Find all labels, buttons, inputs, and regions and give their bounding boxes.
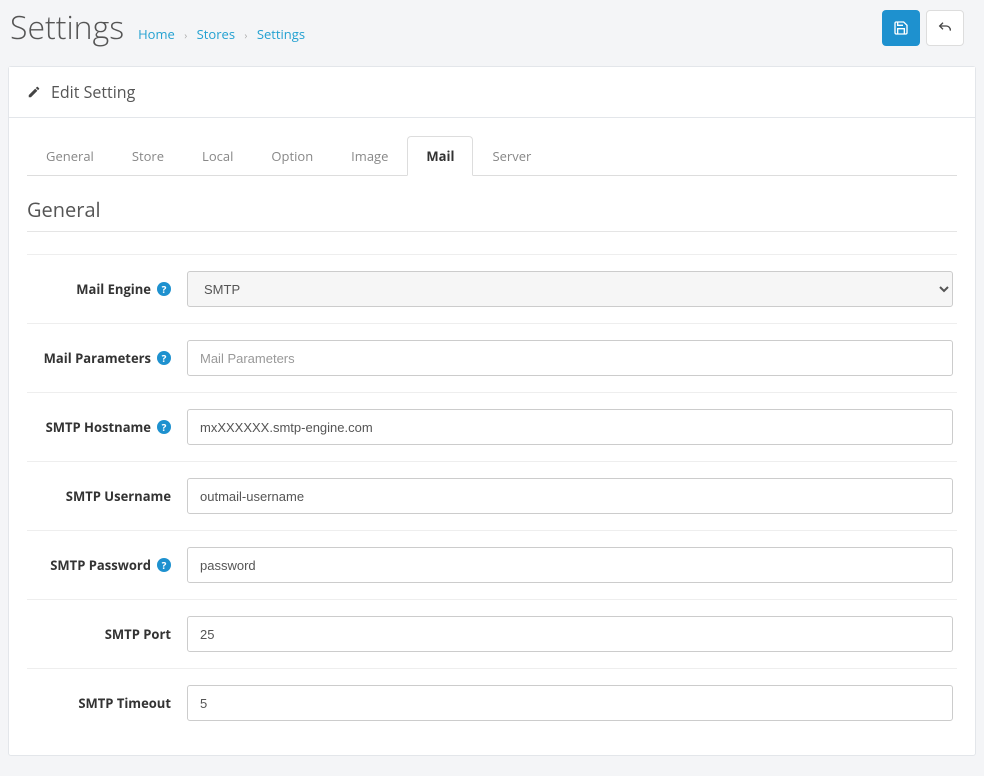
label-smtp-port: SMTP Port bbox=[27, 625, 187, 643]
smtp-hostname-input[interactable] bbox=[187, 409, 953, 445]
help-icon[interactable]: ? bbox=[157, 282, 171, 296]
form-group-mail-engine: Mail Engine ? SMTP bbox=[27, 254, 957, 323]
input-wrap bbox=[187, 409, 957, 445]
smtp-port-input[interactable] bbox=[187, 616, 953, 652]
label-smtp-timeout: SMTP Timeout bbox=[27, 694, 187, 712]
page-header: Settings Home › Stores › Settings bbox=[0, 0, 984, 66]
label-text: SMTP Timeout bbox=[78, 694, 171, 712]
mail-parameters-input[interactable] bbox=[187, 340, 953, 376]
form-group-smtp-username: SMTP Username bbox=[27, 461, 957, 530]
label-mail-engine: Mail Engine ? bbox=[27, 280, 187, 298]
smtp-timeout-input[interactable] bbox=[187, 685, 953, 721]
pencil-icon bbox=[27, 85, 41, 99]
label-text: SMTP Port bbox=[105, 625, 171, 643]
section-legend: General bbox=[27, 196, 957, 232]
breadcrumb-sep: › bbox=[184, 28, 187, 42]
breadcrumb-home[interactable]: Home bbox=[138, 25, 175, 43]
help-icon[interactable]: ? bbox=[157, 420, 171, 434]
header-actions bbox=[882, 10, 964, 46]
label-smtp-hostname: SMTP Hostname ? bbox=[27, 418, 187, 436]
form-group-smtp-hostname: SMTP Hostname ? bbox=[27, 392, 957, 461]
label-smtp-password: SMTP Password ? bbox=[27, 556, 187, 574]
breadcrumb-sep: › bbox=[244, 28, 247, 42]
breadcrumb-settings[interactable]: Settings bbox=[257, 25, 305, 43]
smtp-password-input[interactable] bbox=[187, 547, 953, 583]
back-button[interactable] bbox=[926, 10, 964, 46]
save-button[interactable] bbox=[882, 10, 920, 46]
help-icon[interactable]: ? bbox=[157, 351, 171, 365]
tab-server[interactable]: Server bbox=[473, 136, 550, 176]
breadcrumb-stores[interactable]: Stores bbox=[197, 25, 235, 43]
label-smtp-username: SMTP Username bbox=[27, 487, 187, 505]
panel-body: General Store Local Option Image Mail Se… bbox=[9, 118, 975, 755]
tab-option[interactable]: Option bbox=[252, 136, 332, 176]
mail-engine-select[interactable]: SMTP bbox=[187, 271, 953, 307]
form-group-smtp-timeout: SMTP Timeout bbox=[27, 668, 957, 737]
label-text: SMTP Username bbox=[66, 487, 171, 505]
panel-title-text: Edit Setting bbox=[51, 81, 135, 103]
tab-mail[interactable]: Mail bbox=[407, 136, 473, 176]
smtp-username-input[interactable] bbox=[187, 478, 953, 514]
tab-image[interactable]: Image bbox=[332, 136, 407, 176]
label-text: Mail Parameters bbox=[44, 349, 151, 367]
breadcrumb: Home › Stores › Settings bbox=[138, 25, 305, 43]
save-icon bbox=[893, 20, 909, 36]
input-wrap bbox=[187, 478, 957, 514]
panel-heading: Edit Setting bbox=[9, 67, 975, 118]
help-icon[interactable]: ? bbox=[157, 558, 171, 572]
form-group-smtp-port: SMTP Port bbox=[27, 599, 957, 668]
tab-store[interactable]: Store bbox=[113, 136, 183, 176]
input-wrap bbox=[187, 685, 957, 721]
tab-general[interactable]: General bbox=[27, 136, 113, 176]
settings-panel: Edit Setting General Store Local Option … bbox=[8, 66, 976, 756]
panel-title: Edit Setting bbox=[27, 81, 957, 103]
input-wrap bbox=[187, 616, 957, 652]
input-wrap bbox=[187, 547, 957, 583]
undo-icon bbox=[937, 20, 953, 36]
page-header-left: Settings Home › Stores › Settings bbox=[10, 12, 305, 44]
nav-tabs: General Store Local Option Image Mail Se… bbox=[27, 136, 957, 176]
tab-local[interactable]: Local bbox=[183, 136, 252, 176]
form-group-mail-parameters: Mail Parameters ? bbox=[27, 323, 957, 392]
label-text: SMTP Password bbox=[50, 556, 151, 574]
label-text: SMTP Hostname bbox=[46, 418, 151, 436]
label-mail-parameters: Mail Parameters ? bbox=[27, 349, 187, 367]
input-wrap: SMTP bbox=[187, 271, 957, 307]
input-wrap bbox=[187, 340, 957, 376]
label-text: Mail Engine bbox=[76, 280, 151, 298]
form-group-smtp-password: SMTP Password ? bbox=[27, 530, 957, 599]
page-title: Settings bbox=[10, 12, 124, 44]
